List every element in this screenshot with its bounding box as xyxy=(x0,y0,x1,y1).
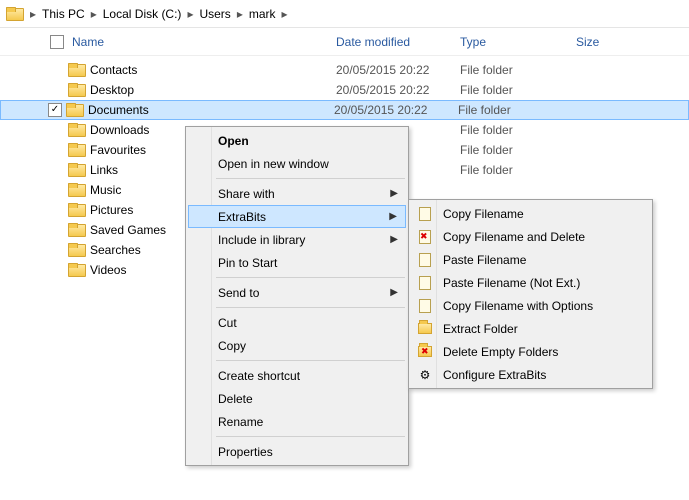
file-date: 20/05/2015 20:22 xyxy=(336,83,460,97)
folder-icon xyxy=(68,183,84,197)
file-type: File folder xyxy=(460,143,576,157)
row-checkbox[interactable] xyxy=(48,103,62,117)
crumb-this-pc[interactable]: This PC xyxy=(38,5,89,23)
chevron-right-icon: ▸ xyxy=(89,7,99,21)
file-name: Desktop xyxy=(90,83,336,97)
menu-separator xyxy=(216,178,405,179)
menu-paste-filename[interactable]: Paste Filename xyxy=(411,248,650,271)
folder-icon xyxy=(68,203,84,217)
folder-icon xyxy=(68,63,84,77)
folder-icon xyxy=(66,103,82,117)
chevron-right-icon: ▸ xyxy=(280,7,290,21)
menu-rename[interactable]: Rename xyxy=(188,410,406,433)
folder-icon xyxy=(68,243,84,257)
folder-icon xyxy=(68,263,84,277)
folder-icon xyxy=(68,83,84,97)
file-date: 20/05/2015 20:22 xyxy=(334,103,458,117)
file-name: Documents xyxy=(88,103,334,117)
menu-separator xyxy=(216,360,405,361)
menu-copy-filename[interactable]: Copy Filename xyxy=(411,202,650,225)
table-row[interactable]: Desktop20/05/2015 20:22File folder xyxy=(0,80,689,100)
menu-send-to[interactable]: Send to ▶ xyxy=(188,281,406,304)
chevron-right-icon: ▸ xyxy=(28,7,38,21)
submenu-arrow-icon: ▶ xyxy=(390,188,398,199)
folder-icon xyxy=(68,163,84,177)
chevron-right-icon: ▸ xyxy=(235,7,245,21)
menu-open-new-window[interactable]: Open in new window xyxy=(188,152,406,175)
menu-label: Paste Filename xyxy=(443,253,526,267)
folder-icon xyxy=(68,143,84,157)
menu-copy-filename-delete[interactable]: Copy Filename and Delete xyxy=(411,225,650,248)
menu-pin-to-start[interactable]: Pin to Start xyxy=(188,251,406,274)
document-delete-icon xyxy=(417,229,433,245)
header-date[interactable]: Date modified xyxy=(336,35,460,49)
file-type: File folder xyxy=(460,83,576,97)
header-size[interactable]: Size xyxy=(576,35,636,49)
file-name: Contacts xyxy=(90,63,336,77)
file-type: File folder xyxy=(460,123,576,137)
menu-label: Include in library xyxy=(218,233,305,247)
table-row[interactable]: Contacts20/05/2015 20:22File folder xyxy=(0,60,689,80)
menu-label: Delete Empty Folders xyxy=(443,345,558,359)
menu-separator xyxy=(216,307,405,308)
submenu-arrow-icon: ▶ xyxy=(390,287,398,298)
folder-delete-icon xyxy=(417,344,433,360)
file-type: File folder xyxy=(460,63,576,77)
menu-share-with[interactable]: Share with ▶ xyxy=(188,182,406,205)
menu-label: ExtraBits xyxy=(218,210,266,224)
crumb-mark[interactable]: mark xyxy=(245,5,280,23)
column-headers: Name Date modified Type Size xyxy=(0,28,689,56)
menu-label: Extract Folder xyxy=(443,322,518,336)
menu-include-in-library[interactable]: Include in library ▶ xyxy=(188,228,406,251)
header-name[interactable]: Name xyxy=(72,35,336,49)
menu-properties[interactable]: Properties xyxy=(188,440,406,463)
menu-extrabits[interactable]: ExtraBits ▶ xyxy=(188,205,406,228)
file-date: 20/05/2015 20:22 xyxy=(336,63,460,77)
file-type: File folder xyxy=(458,103,574,117)
submenu-arrow-icon: ▶ xyxy=(389,211,397,222)
gear-icon xyxy=(417,367,433,383)
menu-delete[interactable]: Delete xyxy=(188,387,406,410)
crumb-local-disk[interactable]: Local Disk (C:) xyxy=(99,5,186,23)
header-type[interactable]: Type xyxy=(460,35,576,49)
menu-extract-folder[interactable]: Extract Folder xyxy=(411,317,650,340)
chevron-right-icon: ▸ xyxy=(185,7,195,21)
submenu-arrow-icon: ▶ xyxy=(390,234,398,245)
menu-configure-extrabits[interactable]: Configure ExtraBits xyxy=(411,363,650,386)
document-icon xyxy=(417,298,433,314)
menu-paste-filename-no-ext[interactable]: Paste Filename (Not Ext.) xyxy=(411,271,650,294)
menu-copy[interactable]: Copy xyxy=(188,334,406,357)
menu-create-shortcut[interactable]: Create shortcut xyxy=(188,364,406,387)
menu-label: Copy Filename with Options xyxy=(443,299,593,313)
table-row[interactable]: Documents20/05/2015 20:22File folder xyxy=(0,100,689,120)
menu-copy-filename-options[interactable]: Copy Filename with Options xyxy=(411,294,650,317)
menu-separator xyxy=(216,436,405,437)
menu-label: Copy Filename xyxy=(443,207,524,221)
menu-delete-empty-folders[interactable]: Delete Empty Folders xyxy=(411,340,650,363)
menu-label: Configure ExtraBits xyxy=(443,368,546,382)
folder-icon xyxy=(68,123,84,137)
menu-cut[interactable]: Cut xyxy=(188,311,406,334)
folder-icon xyxy=(68,223,84,237)
menu-open[interactable]: Open xyxy=(188,129,406,152)
folder-icon xyxy=(6,7,22,21)
context-menu: Open Open in new window Share with ▶ Extr… xyxy=(185,126,409,466)
extrabits-submenu: Copy Filename Copy Filename and Delete P… xyxy=(408,199,653,389)
menu-label: Copy Filename and Delete xyxy=(443,230,585,244)
file-type: File folder xyxy=(460,163,576,177)
menu-label: Paste Filename (Not Ext.) xyxy=(443,276,580,290)
menu-label: Send to xyxy=(218,286,259,300)
document-icon xyxy=(417,206,433,222)
menu-separator xyxy=(216,277,405,278)
document-icon xyxy=(417,252,433,268)
folder-icon xyxy=(417,321,433,337)
document-icon xyxy=(417,275,433,291)
crumb-users[interactable]: Users xyxy=(195,5,234,23)
menu-label: Share with xyxy=(218,187,275,201)
breadcrumb[interactable]: ▸ This PC ▸ Local Disk (C:) ▸ Users ▸ ma… xyxy=(0,0,689,28)
select-all-checkbox[interactable] xyxy=(50,35,64,49)
